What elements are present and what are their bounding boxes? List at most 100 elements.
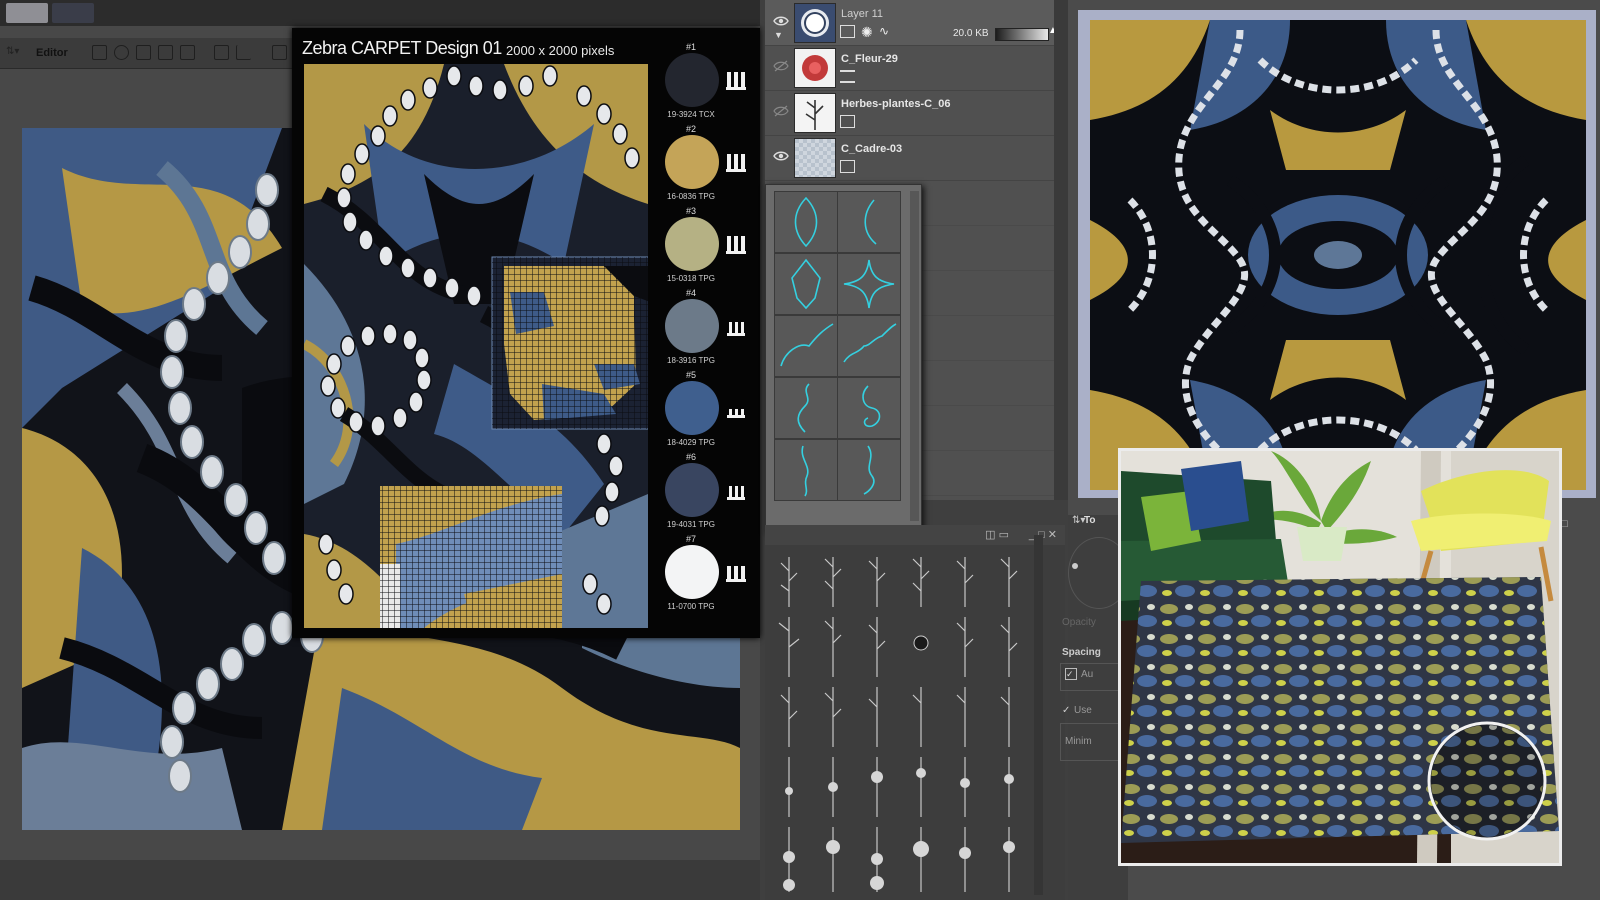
- grid-icon[interactable]: [214, 45, 229, 60]
- curve-icon[interactable]: ∿: [879, 24, 889, 38]
- swatch-code: 15-0318 TPG: [667, 274, 715, 283]
- brush-hook-shape[interactable]: [837, 439, 901, 501]
- panel-menu-icon[interactable]: ⇅▾: [6, 46, 19, 57]
- layer-expand-icon[interactable]: ▼: [774, 30, 783, 40]
- document-tab-2[interactable]: [52, 3, 94, 23]
- layers-scrollbar[interactable]: [1054, 0, 1068, 500]
- tiled-pattern-preview: [1090, 20, 1586, 490]
- palette-swatch-1[interactable]: #1 19-3924 TCX: [662, 42, 752, 124]
- yarn-icon: [726, 72, 746, 90]
- swatch-code: 11-0700 TPG: [667, 602, 715, 611]
- swatch-color: [665, 135, 719, 189]
- layer-thumbnail: [794, 3, 836, 43]
- swatch-number: #7: [685, 534, 696, 544]
- yarn-icon: [726, 236, 746, 254]
- frame-icon[interactable]: [272, 45, 287, 60]
- swatch-code: 16-0836 TPG: [667, 192, 715, 201]
- palette-swatch-2[interactable]: #2 16-0836 TPG: [662, 124, 752, 206]
- kaleidoscope-pattern-artwork: [1090, 20, 1586, 490]
- swatch-number: #6: [685, 452, 696, 462]
- eye-icon[interactable]: [773, 14, 789, 28]
- minimum-box: Minim: [1060, 723, 1122, 761]
- ruler-icon[interactable]: [236, 45, 251, 60]
- eye-hidden-icon[interactable]: [773, 104, 789, 118]
- layer-opacity-slider[interactable]: [995, 28, 1049, 41]
- layer-row-c-fleur-29[interactable]: C_Fleur-29: [765, 45, 1055, 91]
- brush-petal-shape[interactable]: [774, 253, 838, 315]
- palette-swatch-6[interactable]: #6 19-4031 TPG: [662, 452, 752, 534]
- opacity-label: Opacity: [1062, 617, 1096, 628]
- stamp-browser-panel: ◫ ▭ _ □ ✕: [765, 525, 1065, 900]
- spacing-label: Spacing: [1062, 647, 1101, 658]
- tiled-preview-frame: [1078, 10, 1596, 498]
- brush-wing2-shape[interactable]: [837, 315, 901, 377]
- layer-thumbnail: [794, 48, 836, 88]
- zoom-icon[interactable]: [136, 45, 151, 60]
- brush-star-shape[interactable]: [837, 253, 901, 315]
- panel-layout-icon[interactable]: ◫ ▭: [985, 528, 1009, 541]
- layer-row-c-cadre-03[interactable]: C_Cadre-03: [765, 135, 1055, 181]
- brush-arc-shape[interactable]: [837, 191, 901, 253]
- yarn-icon: [726, 566, 746, 582]
- swatch-color: [665, 381, 719, 435]
- brush-wave-shape[interactable]: [774, 439, 838, 501]
- use-label: Use: [1074, 705, 1092, 716]
- swatch-code: 19-3924 TCX: [667, 110, 715, 119]
- palette-swatch-4[interactable]: #4 18-3916 TPG: [662, 288, 752, 370]
- fit-icon[interactable]: [158, 45, 173, 60]
- swatch-code: 18-4029 TPG: [667, 438, 715, 447]
- swatch-color: [665, 545, 719, 599]
- swatch-color: [665, 463, 719, 517]
- layer-lines-icon[interactable]: [840, 70, 855, 83]
- layer-row-layer-11[interactable]: ▼ Layer 11 ✺ ∿ 20.0 KB ▲: [765, 0, 1058, 46]
- eye-hidden-icon[interactable]: [773, 59, 789, 73]
- eye-icon[interactable]: [773, 149, 789, 163]
- layer-name: Layer 11: [841, 8, 883, 20]
- layer-mask-icon[interactable]: [840, 115, 855, 128]
- room-mockup-photo: [1118, 448, 1562, 866]
- carpet-pattern-artwork: [304, 64, 648, 628]
- design-title: Zebra CARPET Design 01: [302, 38, 502, 58]
- brush-leaf-shape[interactable]: [774, 191, 838, 253]
- spacing-box: ✓ Au: [1060, 663, 1122, 691]
- swatch-code: 18-3916 TPG: [667, 356, 715, 365]
- effects-icon[interactable]: ✺: [861, 24, 873, 41]
- layers-icon[interactable]: [180, 45, 195, 60]
- layer-row-herbes-plantes[interactable]: Herbes-plantes-C_06: [765, 90, 1055, 136]
- palette-swatch-5[interactable]: #5 18-4029 TPG: [662, 370, 752, 452]
- editor-title: Editor: [36, 47, 68, 59]
- palette-swatch-3[interactable]: #3 15-0318 TPG: [662, 206, 752, 288]
- document-tabs: [0, 0, 760, 26]
- tool-panel-title: To: [1084, 515, 1096, 526]
- editor-status-bar: [0, 860, 760, 900]
- yarn-icon: [727, 486, 745, 500]
- palette-swatch-7[interactable]: #7 11-0700 TPG: [662, 534, 752, 616]
- yarn-icon: [727, 409, 745, 418]
- auto-checkbox[interactable]: ✓: [1065, 668, 1077, 680]
- editor-toolbar: ⇅▾ Editor: [0, 38, 300, 69]
- view-icon[interactable]: [114, 45, 129, 60]
- use-checkbox-icon[interactable]: ✓: [1062, 705, 1070, 716]
- brush-popup-scrollbar[interactable]: [910, 191, 919, 521]
- stamp-scrollbar[interactable]: [1034, 535, 1043, 895]
- swatch-number: #5: [685, 370, 696, 380]
- brush-wing-shape[interactable]: [774, 315, 838, 377]
- auto-label: Au: [1081, 669, 1094, 680]
- brush-swirl-shape[interactable]: [774, 377, 838, 439]
- layer-mask-icon[interactable]: [840, 160, 855, 173]
- transform-icon[interactable]: [92, 45, 107, 60]
- swatch-code: 19-4031 TPG: [667, 520, 715, 529]
- document-tab-1[interactable]: [6, 3, 48, 23]
- swatch-number: #2: [685, 124, 696, 134]
- swatch-color: [665, 217, 719, 271]
- swatch-color: [665, 53, 719, 107]
- brush-curl-shape[interactable]: [837, 377, 901, 439]
- room-scene-illustration: [1121, 451, 1559, 863]
- layer-file-size: 20.0 KB: [953, 28, 989, 39]
- design-preview: [304, 64, 648, 628]
- layer-thumbnail: [794, 138, 836, 178]
- layer-name: C_Fleur-29: [841, 53, 898, 65]
- layer-mask-icon[interactable]: [840, 25, 855, 38]
- dial-handle-icon[interactable]: [1072, 563, 1078, 569]
- swatch-number: #1: [685, 42, 696, 52]
